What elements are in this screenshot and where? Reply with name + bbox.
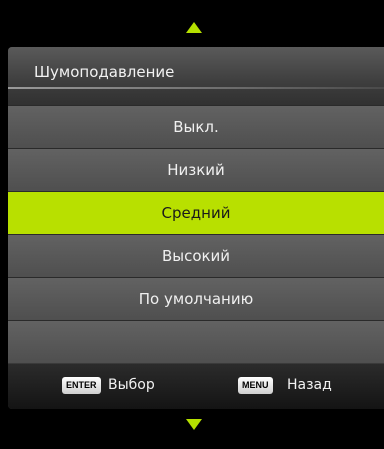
menu-title: Шумоподавление (34, 63, 175, 81)
scroll-down-icon[interactable] (186, 419, 202, 430)
option-empty-row (8, 320, 384, 363)
title-divider (8, 87, 384, 89)
enter-key-icon: ENTER (62, 377, 101, 394)
option-off[interactable]: Выкл. (8, 105, 384, 148)
select-hint[interactable]: Выбор (108, 377, 155, 394)
menu-header: Шумоподавление (8, 47, 384, 110)
scroll-up-icon[interactable] (186, 22, 202, 33)
option-low[interactable]: Низкий (8, 148, 384, 191)
noise-reduction-menu: Шумоподавление Выкл. Низкий Средний Высо… (8, 47, 384, 409)
menu-key-icon: MENU (238, 377, 273, 394)
back-hint[interactable]: Назад (287, 377, 332, 394)
option-medium[interactable]: Средний (8, 191, 384, 234)
menu-footer: ENTER Выбор MENU Назад (8, 364, 384, 409)
option-high[interactable]: Высокий (8, 234, 384, 277)
option-default[interactable]: По умолчанию (8, 277, 384, 320)
